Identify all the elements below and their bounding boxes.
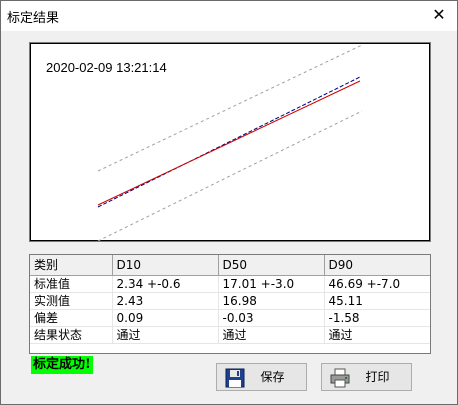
cell-d50: -0.03 bbox=[218, 309, 325, 327]
header-d50: D50 bbox=[218, 255, 325, 276]
cell-d10: 0.09 bbox=[112, 309, 219, 327]
cell-d90: 45.11 bbox=[324, 292, 430, 310]
measured-line bbox=[97, 76, 361, 208]
calibration-result-window: 标定结果 ✕ 2020-02-09 13:21:14 类别 D10 D50 D9… bbox=[0, 0, 458, 405]
header-d10: D10 bbox=[112, 255, 219, 276]
save-button-label: 保存 bbox=[260, 370, 285, 384]
row-label: 偏差 bbox=[30, 309, 113, 327]
table-row: 标准值 2.34 +-0.6 17.01 +-3.0 46.69 +-7.0 bbox=[30, 275, 430, 293]
cell-d50: 17.01 +-3.0 bbox=[218, 275, 325, 293]
window-title: 标定结果 bbox=[7, 11, 60, 26]
cell-d50: 通过 bbox=[218, 326, 325, 344]
result-table: 类别 D10 D50 D90 标准值 2.34 +-0.6 17.01 +-3.… bbox=[29, 254, 431, 354]
row-label: 标准值 bbox=[30, 275, 113, 293]
close-icon[interactable]: ✕ bbox=[427, 4, 451, 26]
status-badge: 标定成功! bbox=[31, 356, 93, 374]
plot-timestamp: 2020-02-09 13:21:14 bbox=[46, 60, 167, 75]
header-category: 类别 bbox=[30, 255, 113, 276]
cell-d10: 通过 bbox=[112, 326, 219, 344]
table-row: 结果状态 通过 通过 通过 bbox=[30, 326, 430, 344]
header-d90: D90 bbox=[324, 255, 430, 276]
table-row: 偏差 0.09 -0.03 -1.58 bbox=[30, 309, 430, 327]
print-button-label: 打印 bbox=[365, 370, 390, 384]
cell-d90: 46.69 +-7.0 bbox=[324, 275, 430, 293]
calibration-plot: 2020-02-09 13:21:14 bbox=[29, 42, 431, 242]
cell-d10: 2.43 bbox=[112, 292, 219, 310]
row-label: 结果状态 bbox=[30, 326, 113, 344]
cell-d10: 2.34 +-0.6 bbox=[112, 275, 219, 293]
title-bar: 标定结果 ✕ bbox=[1, 1, 457, 31]
row-label: 实测值 bbox=[30, 292, 113, 310]
table-row: 实测值 2.43 16.98 45.11 bbox=[30, 292, 430, 310]
cell-d50: 16.98 bbox=[218, 292, 325, 310]
table-header-row: 类别 D10 D50 D90 bbox=[30, 255, 430, 276]
print-button[interactable]: 打印 bbox=[321, 363, 412, 391]
fit-line bbox=[97, 80, 361, 206]
save-button[interactable]: 保存 bbox=[216, 363, 307, 391]
lower-bound-line bbox=[97, 110, 363, 241]
cell-d90: -1.58 bbox=[324, 309, 430, 327]
cell-d90: 通过 bbox=[324, 326, 430, 344]
